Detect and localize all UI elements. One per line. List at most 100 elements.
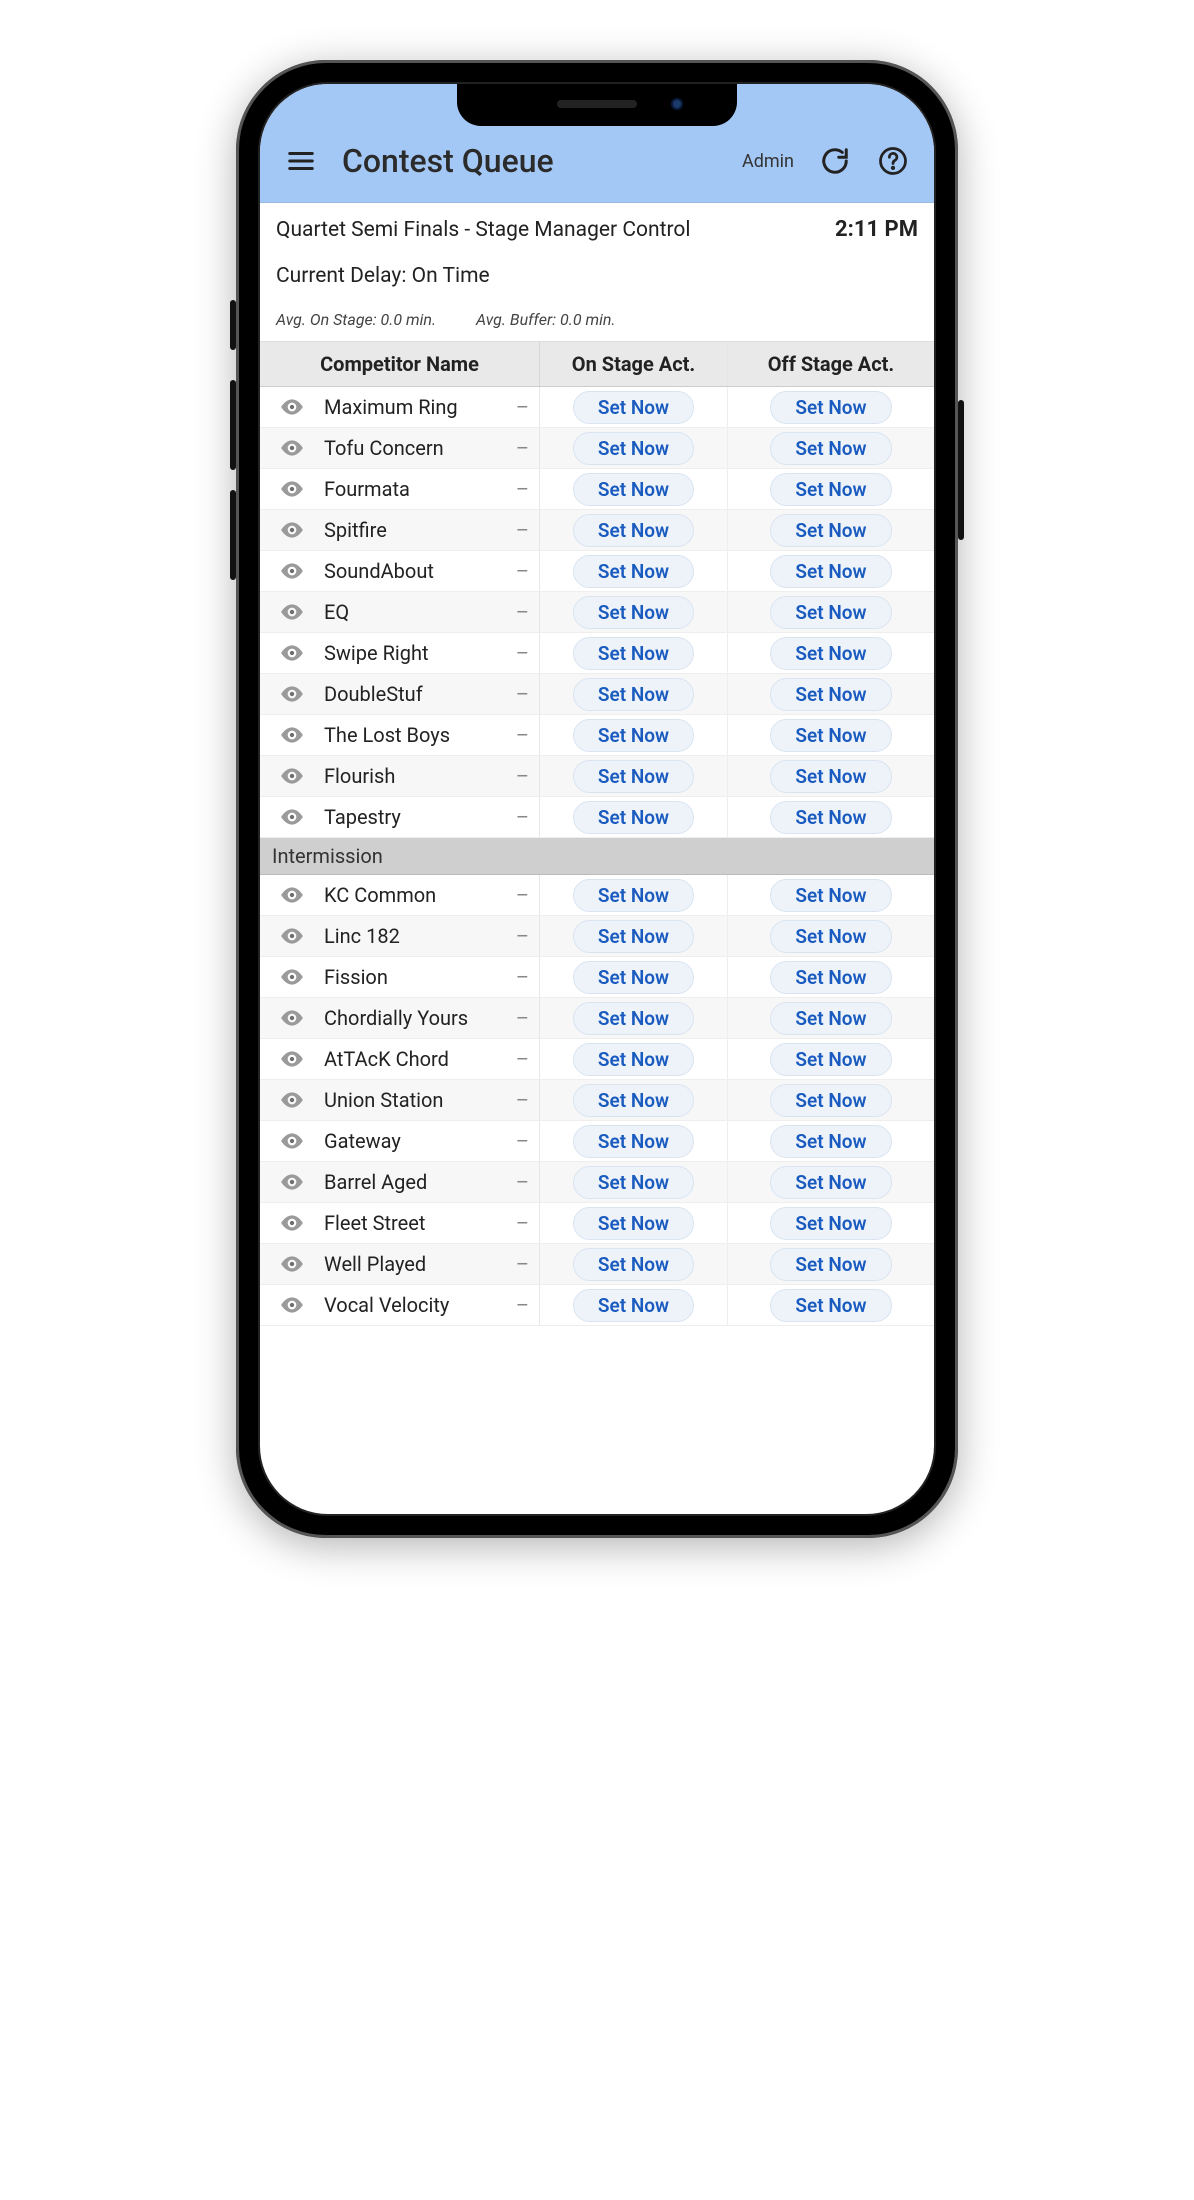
set-now-off-button[interactable]: Set Now (770, 555, 891, 588)
set-now-on-button[interactable]: Set Now (573, 920, 694, 953)
dash-indicator: – (516, 600, 529, 624)
visibility-icon[interactable] (278, 1045, 306, 1073)
set-now-on-button[interactable]: Set Now (573, 961, 694, 994)
subheader: Quartet Semi Finals - Stage Manager Cont… (260, 203, 934, 342)
set-now-on-button[interactable]: Set Now (573, 1289, 694, 1322)
set-now-off-button[interactable]: Set Now (770, 1125, 891, 1158)
set-now-off-button[interactable]: Set Now (770, 1207, 891, 1240)
set-now-on-button[interactable]: Set Now (573, 473, 694, 506)
set-now-on-button[interactable]: Set Now (573, 678, 694, 711)
dash-indicator: – (516, 1088, 529, 1112)
set-now-off-button[interactable]: Set Now (770, 961, 891, 994)
admin-label[interactable]: Admin (742, 151, 794, 172)
competitor-name: Chordially Yours (324, 1006, 468, 1030)
visibility-icon[interactable] (278, 1127, 306, 1155)
visibility-icon[interactable] (278, 475, 306, 503)
set-now-off-button[interactable]: Set Now (770, 801, 891, 834)
visibility-icon[interactable] (278, 434, 306, 462)
visibility-icon[interactable] (278, 721, 306, 749)
table-row: Fourmata–Set NowSet Now (260, 469, 934, 510)
set-now-on-button[interactable]: Set Now (573, 1125, 694, 1158)
set-now-on-button[interactable]: Set Now (573, 1166, 694, 1199)
visibility-icon[interactable] (278, 963, 306, 991)
set-now-on-button[interactable]: Set Now (573, 801, 694, 834)
visibility-icon[interactable] (278, 516, 306, 544)
competitor-name: Fission (324, 965, 388, 989)
dash-indicator: – (516, 641, 529, 665)
set-now-off-button[interactable]: Set Now (770, 1002, 891, 1035)
competitor-name: Tapestry (324, 805, 401, 829)
table-row: Gateway–Set NowSet Now (260, 1121, 934, 1162)
table-row: Chordially Yours–Set NowSet Now (260, 998, 934, 1039)
competitor-name: Well Played (324, 1252, 426, 1276)
set-now-on-button[interactable]: Set Now (573, 514, 694, 547)
visibility-icon[interactable] (278, 1004, 306, 1032)
competitor-name: Linc 182 (324, 924, 400, 948)
visibility-icon[interactable] (278, 922, 306, 950)
set-now-off-button[interactable]: Set Now (770, 879, 891, 912)
set-now-on-button[interactable]: Set Now (573, 1043, 694, 1076)
set-now-off-button[interactable]: Set Now (770, 719, 891, 752)
visibility-icon[interactable] (278, 1250, 306, 1278)
set-now-off-button[interactable]: Set Now (770, 1084, 891, 1117)
visibility-icon[interactable] (278, 1291, 306, 1319)
set-now-off-button[interactable]: Set Now (770, 1043, 891, 1076)
help-icon[interactable] (876, 144, 910, 178)
refresh-icon[interactable] (818, 144, 852, 178)
set-now-off-button[interactable]: Set Now (770, 473, 891, 506)
dash-indicator: – (516, 1170, 529, 1194)
delay-status: Current Delay: On Time (276, 264, 918, 288)
set-now-on-button[interactable]: Set Now (573, 637, 694, 670)
avg-on-stage: Avg. On Stage: 0.0 min. (276, 310, 436, 329)
set-now-off-button[interactable]: Set Now (770, 432, 891, 465)
set-now-on-button[interactable]: Set Now (573, 1207, 694, 1240)
page-title: Contest Queue (342, 142, 554, 180)
visibility-icon[interactable] (278, 1168, 306, 1196)
visibility-icon[interactable] (278, 639, 306, 667)
set-now-off-button[interactable]: Set Now (770, 596, 891, 629)
set-now-on-button[interactable]: Set Now (573, 1084, 694, 1117)
competitor-name: DoubleStuf (324, 682, 423, 706)
competitor-name: Vocal Velocity (324, 1293, 449, 1317)
set-now-on-button[interactable]: Set Now (573, 1248, 694, 1281)
set-now-on-button[interactable]: Set Now (573, 879, 694, 912)
set-now-off-button[interactable]: Set Now (770, 760, 891, 793)
set-now-on-button[interactable]: Set Now (573, 555, 694, 588)
set-now-off-button[interactable]: Set Now (770, 637, 891, 670)
set-now-on-button[interactable]: Set Now (573, 596, 694, 629)
visibility-icon[interactable] (278, 762, 306, 790)
visibility-icon[interactable] (278, 557, 306, 585)
table-header: Competitor Name On Stage Act. Off Stage … (260, 342, 934, 387)
visibility-icon[interactable] (278, 803, 306, 831)
table-row: EQ–Set NowSet Now (260, 592, 934, 633)
set-now-off-button[interactable]: Set Now (770, 678, 891, 711)
dash-indicator: – (516, 682, 529, 706)
visibility-icon[interactable] (278, 393, 306, 421)
set-now-on-button[interactable]: Set Now (573, 1002, 694, 1035)
visibility-icon[interactable] (278, 1086, 306, 1114)
set-now-off-button[interactable]: Set Now (770, 391, 891, 424)
intermission-row: Intermission (260, 838, 934, 875)
dash-indicator: – (516, 965, 529, 989)
set-now-on-button[interactable]: Set Now (573, 760, 694, 793)
table-row: Union Station–Set NowSet Now (260, 1080, 934, 1121)
table-row: Vocal Velocity – Set Now Set Now (260, 1285, 934, 1326)
set-now-off-button[interactable]: Set Now (770, 920, 891, 953)
avg-buffer: Avg. Buffer: 0.0 min. (476, 310, 615, 329)
phone-frame: Contest Queue Admin Quartet Semi Finals … (236, 60, 958, 1538)
set-now-off-button[interactable]: Set Now (770, 1166, 891, 1199)
set-now-off-button[interactable]: Set Now (770, 514, 891, 547)
set-now-off-button[interactable]: Set Now (770, 1289, 891, 1322)
set-now-on-button[interactable]: Set Now (573, 391, 694, 424)
visibility-icon[interactable] (278, 680, 306, 708)
visibility-icon[interactable] (278, 598, 306, 626)
set-now-on-button[interactable]: Set Now (573, 432, 694, 465)
visibility-icon[interactable] (278, 1209, 306, 1237)
set-now-off-button[interactable]: Set Now (770, 1248, 891, 1281)
event-title: Quartet Semi Finals - Stage Manager Cont… (276, 218, 690, 242)
visibility-icon[interactable] (278, 881, 306, 909)
set-now-on-button[interactable]: Set Now (573, 719, 694, 752)
dash-indicator: – (516, 1293, 529, 1317)
table-row: Well Played–Set NowSet Now (260, 1244, 934, 1285)
menu-icon[interactable] (284, 144, 318, 178)
